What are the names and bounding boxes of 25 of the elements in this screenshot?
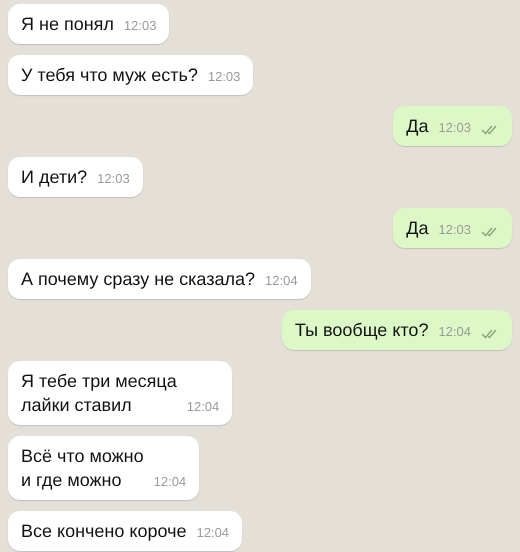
message-text: Да [406, 115, 428, 138]
message-time: 12:03 [124, 16, 156, 34]
message-text: И дети? [21, 166, 88, 189]
double-check-icon [481, 226, 499, 237]
message-time: 12:04 [265, 272, 298, 290]
message-time: 12:04 [154, 472, 186, 490]
double-check-icon [481, 328, 499, 339]
message-time: 12:03 [208, 68, 240, 86]
message-time: 12:04 [186, 398, 220, 416]
message-time: 12:03 [438, 220, 471, 238]
message-text: Я не понял [21, 13, 114, 36]
message-time: 12:03 [438, 118, 471, 136]
message-text: Да [406, 217, 428, 240]
message-time: 12:04 [438, 322, 471, 340]
message-text: лайки ставил [21, 394, 133, 417]
message-text: и где можно [21, 469, 123, 492]
double-check-icon [481, 124, 499, 135]
message-text: Все кончено короче [21, 520, 186, 543]
message-text: У тебя что муж есть? [21, 64, 198, 87]
message-text: Ты вообще кто? [294, 319, 428, 342]
message-text: А почему сразу не сказала? [21, 268, 256, 291]
message-time: 12:03 [97, 170, 130, 188]
message-text: Я тебе три месяца [21, 370, 177, 393]
message-time: 12:04 [196, 524, 230, 542]
message-text: Всё что можно [21, 445, 144, 468]
